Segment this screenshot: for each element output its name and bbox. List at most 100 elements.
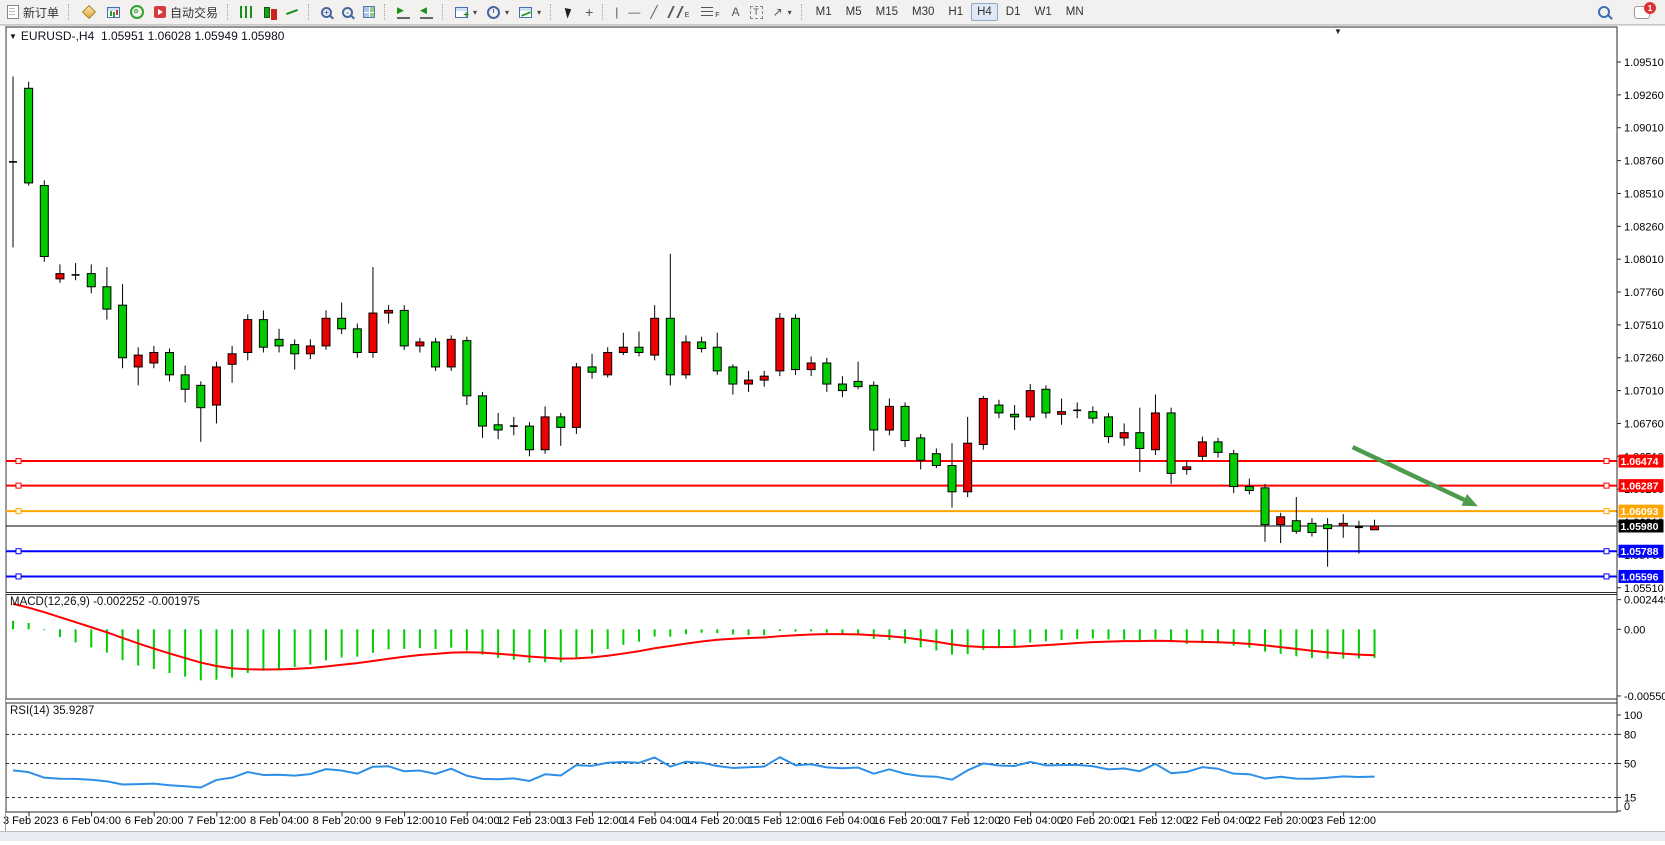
chart-shift-button[interactable]: ◀ xyxy=(415,3,438,21)
svg-text:23 Feb 12:00: 23 Feb 12:00 xyxy=(1311,815,1376,827)
signals-button[interactable] xyxy=(125,3,149,21)
new-chart-icon xyxy=(455,7,468,18)
svg-text:1.08510: 1.08510 xyxy=(1624,188,1664,200)
price-axis: 1.095101.092601.090101.087601.085101.082… xyxy=(1617,27,1665,813)
autotrade-icon xyxy=(154,6,166,18)
new-order-button[interactable]: 新订单 xyxy=(2,3,64,21)
tile-windows-button[interactable] xyxy=(358,3,380,21)
crosshair-button[interactable]: + xyxy=(580,3,598,21)
svg-text:21 Feb 12:00: 21 Feb 12:00 xyxy=(1123,815,1188,827)
svg-text:20 Feb 20:00: 20 Feb 20:00 xyxy=(1061,815,1126,827)
arrows-button[interactable]: ↗▾ xyxy=(768,3,797,21)
svg-text:1.06287: 1.06287 xyxy=(1621,481,1659,493)
zoom-out-button[interactable]: - xyxy=(337,3,358,21)
chart-shift-marker[interactable]: ▼ xyxy=(1334,27,1342,36)
timeframe-m5[interactable]: M5 xyxy=(840,3,868,21)
vertical-line-button[interactable]: | xyxy=(610,3,623,21)
timeframe-m15[interactable]: M15 xyxy=(870,3,904,21)
chart-panels xyxy=(6,27,1617,812)
bars-chart-button[interactable] xyxy=(235,3,258,21)
profiles-button[interactable]: ▾ xyxy=(482,3,514,21)
timeframe-w1[interactable]: W1 xyxy=(1029,3,1058,21)
svg-text:1.06760: 1.06760 xyxy=(1624,418,1664,430)
fibonacci-button[interactable]: F xyxy=(696,3,726,21)
svg-text:17 Feb 12:00: 17 Feb 12:00 xyxy=(936,815,1001,827)
auto-scroll-button[interactable]: ▶ xyxy=(392,3,415,21)
market-watch-button[interactable] xyxy=(102,3,125,21)
new-chart-button[interactable]: ▾ xyxy=(450,3,482,21)
svg-text:1.08010: 1.08010 xyxy=(1624,254,1664,266)
svg-text:15 Feb 12:00: 15 Feb 12:00 xyxy=(748,815,813,827)
line-chart-icon xyxy=(286,9,298,15)
line-chart-button[interactable] xyxy=(280,3,304,21)
timeframe-h4[interactable]: H4 xyxy=(971,3,998,21)
svg-text:22 Feb 04:00: 22 Feb 04:00 xyxy=(1186,815,1251,827)
timeframe-d1[interactable]: D1 xyxy=(1000,3,1027,21)
indicators-button[interactable]: ▾ xyxy=(514,3,546,21)
bars-chart-icon xyxy=(240,6,253,18)
svg-text:1.08260: 1.08260 xyxy=(1624,221,1664,233)
svg-text:0.00: 0.00 xyxy=(1624,624,1645,636)
notifications-button[interactable]: 1 xyxy=(1629,3,1655,21)
svg-text:1.09010: 1.09010 xyxy=(1624,123,1664,135)
timeframe-h1[interactable]: H1 xyxy=(942,3,969,21)
arrows-icon: ↗ xyxy=(773,5,783,19)
svg-text:100: 100 xyxy=(1624,710,1642,722)
svg-text:20 Feb 04:00: 20 Feb 04:00 xyxy=(998,815,1063,827)
signal-icon xyxy=(130,5,144,19)
toolbar-separator xyxy=(384,4,388,20)
svg-text:6 Feb 20:00: 6 Feb 20:00 xyxy=(125,815,184,827)
chart-window-icon xyxy=(107,7,120,18)
timeframe-m30[interactable]: M30 xyxy=(906,3,940,21)
notification-badge: 1 xyxy=(1644,2,1656,14)
search-icon xyxy=(1598,6,1610,18)
chevron-down-icon: ▾ xyxy=(505,8,509,17)
toolbar-separator xyxy=(801,4,805,20)
metaeditor-button[interactable] xyxy=(76,3,102,21)
svg-text:1.07010: 1.07010 xyxy=(1624,386,1664,398)
zoom-out-icon: - xyxy=(342,7,353,18)
svg-text:0: 0 xyxy=(1624,801,1630,813)
horizontal-line-icon: — xyxy=(628,5,640,19)
window-left-edge xyxy=(5,26,6,831)
cursor-icon xyxy=(565,6,574,18)
zoom-in-button[interactable]: + xyxy=(316,3,337,21)
auto-trading-button[interactable]: 自动交易 xyxy=(149,3,223,21)
svg-text:1.05980: 1.05980 xyxy=(1621,521,1659,533)
timeframe-group: M1M5M15M30H1H4D1W1MN xyxy=(809,3,1091,21)
svg-text:3 Feb 2023: 3 Feb 2023 xyxy=(3,815,59,827)
chart-canvas[interactable]: 1.095101.092601.090101.087601.085101.082… xyxy=(0,0,1665,840)
svg-text:1.07260: 1.07260 xyxy=(1624,353,1664,365)
svg-text:12 Feb 23:00: 12 Feb 23:00 xyxy=(497,815,562,827)
tile-windows-icon xyxy=(363,6,375,18)
channel-subscript: E xyxy=(685,12,690,19)
svg-text:14 Feb 20:00: 14 Feb 20:00 xyxy=(685,815,750,827)
fibonacci-icon xyxy=(701,7,713,17)
candlestick-chart-button[interactable] xyxy=(258,3,280,21)
timeframe-m1[interactable]: M1 xyxy=(810,3,838,21)
text-button[interactable]: A xyxy=(727,3,745,21)
text-label-button[interactable]: T xyxy=(745,3,768,21)
window-top-edge xyxy=(0,25,1665,26)
text-icon: A xyxy=(732,5,740,19)
search-button[interactable] xyxy=(1593,3,1615,21)
chat-bubble-icon: 1 xyxy=(1634,6,1650,19)
svg-text:8 Feb 20:00: 8 Feb 20:00 xyxy=(313,815,372,827)
new-order-label: 新订单 xyxy=(23,4,59,21)
svg-text:-0.005504: -0.005504 xyxy=(1624,691,1665,703)
svg-text:1.08760: 1.08760 xyxy=(1624,156,1664,168)
svg-text:1.05510: 1.05510 xyxy=(1624,583,1664,595)
toolbar-separator xyxy=(442,4,446,20)
channel-button[interactable]: E xyxy=(663,3,697,21)
timeframe-mn[interactable]: MN xyxy=(1060,3,1090,21)
equidistant-channel-icon xyxy=(667,6,684,18)
horizontal-line-button[interactable]: — xyxy=(623,3,645,21)
svg-text:1.05596: 1.05596 xyxy=(1621,571,1659,583)
trendline-button[interactable]: ╱ xyxy=(645,3,662,21)
date-axis: 3 Feb 20236 Feb 04:006 Feb 20:007 Feb 12… xyxy=(3,812,1376,827)
clock-icon xyxy=(487,6,500,19)
cursor-button[interactable] xyxy=(558,3,580,21)
svg-text:16 Feb 04:00: 16 Feb 04:00 xyxy=(810,815,875,827)
fibonacci-subscript: F xyxy=(715,12,719,19)
auto-trading-label: 自动交易 xyxy=(170,4,218,21)
